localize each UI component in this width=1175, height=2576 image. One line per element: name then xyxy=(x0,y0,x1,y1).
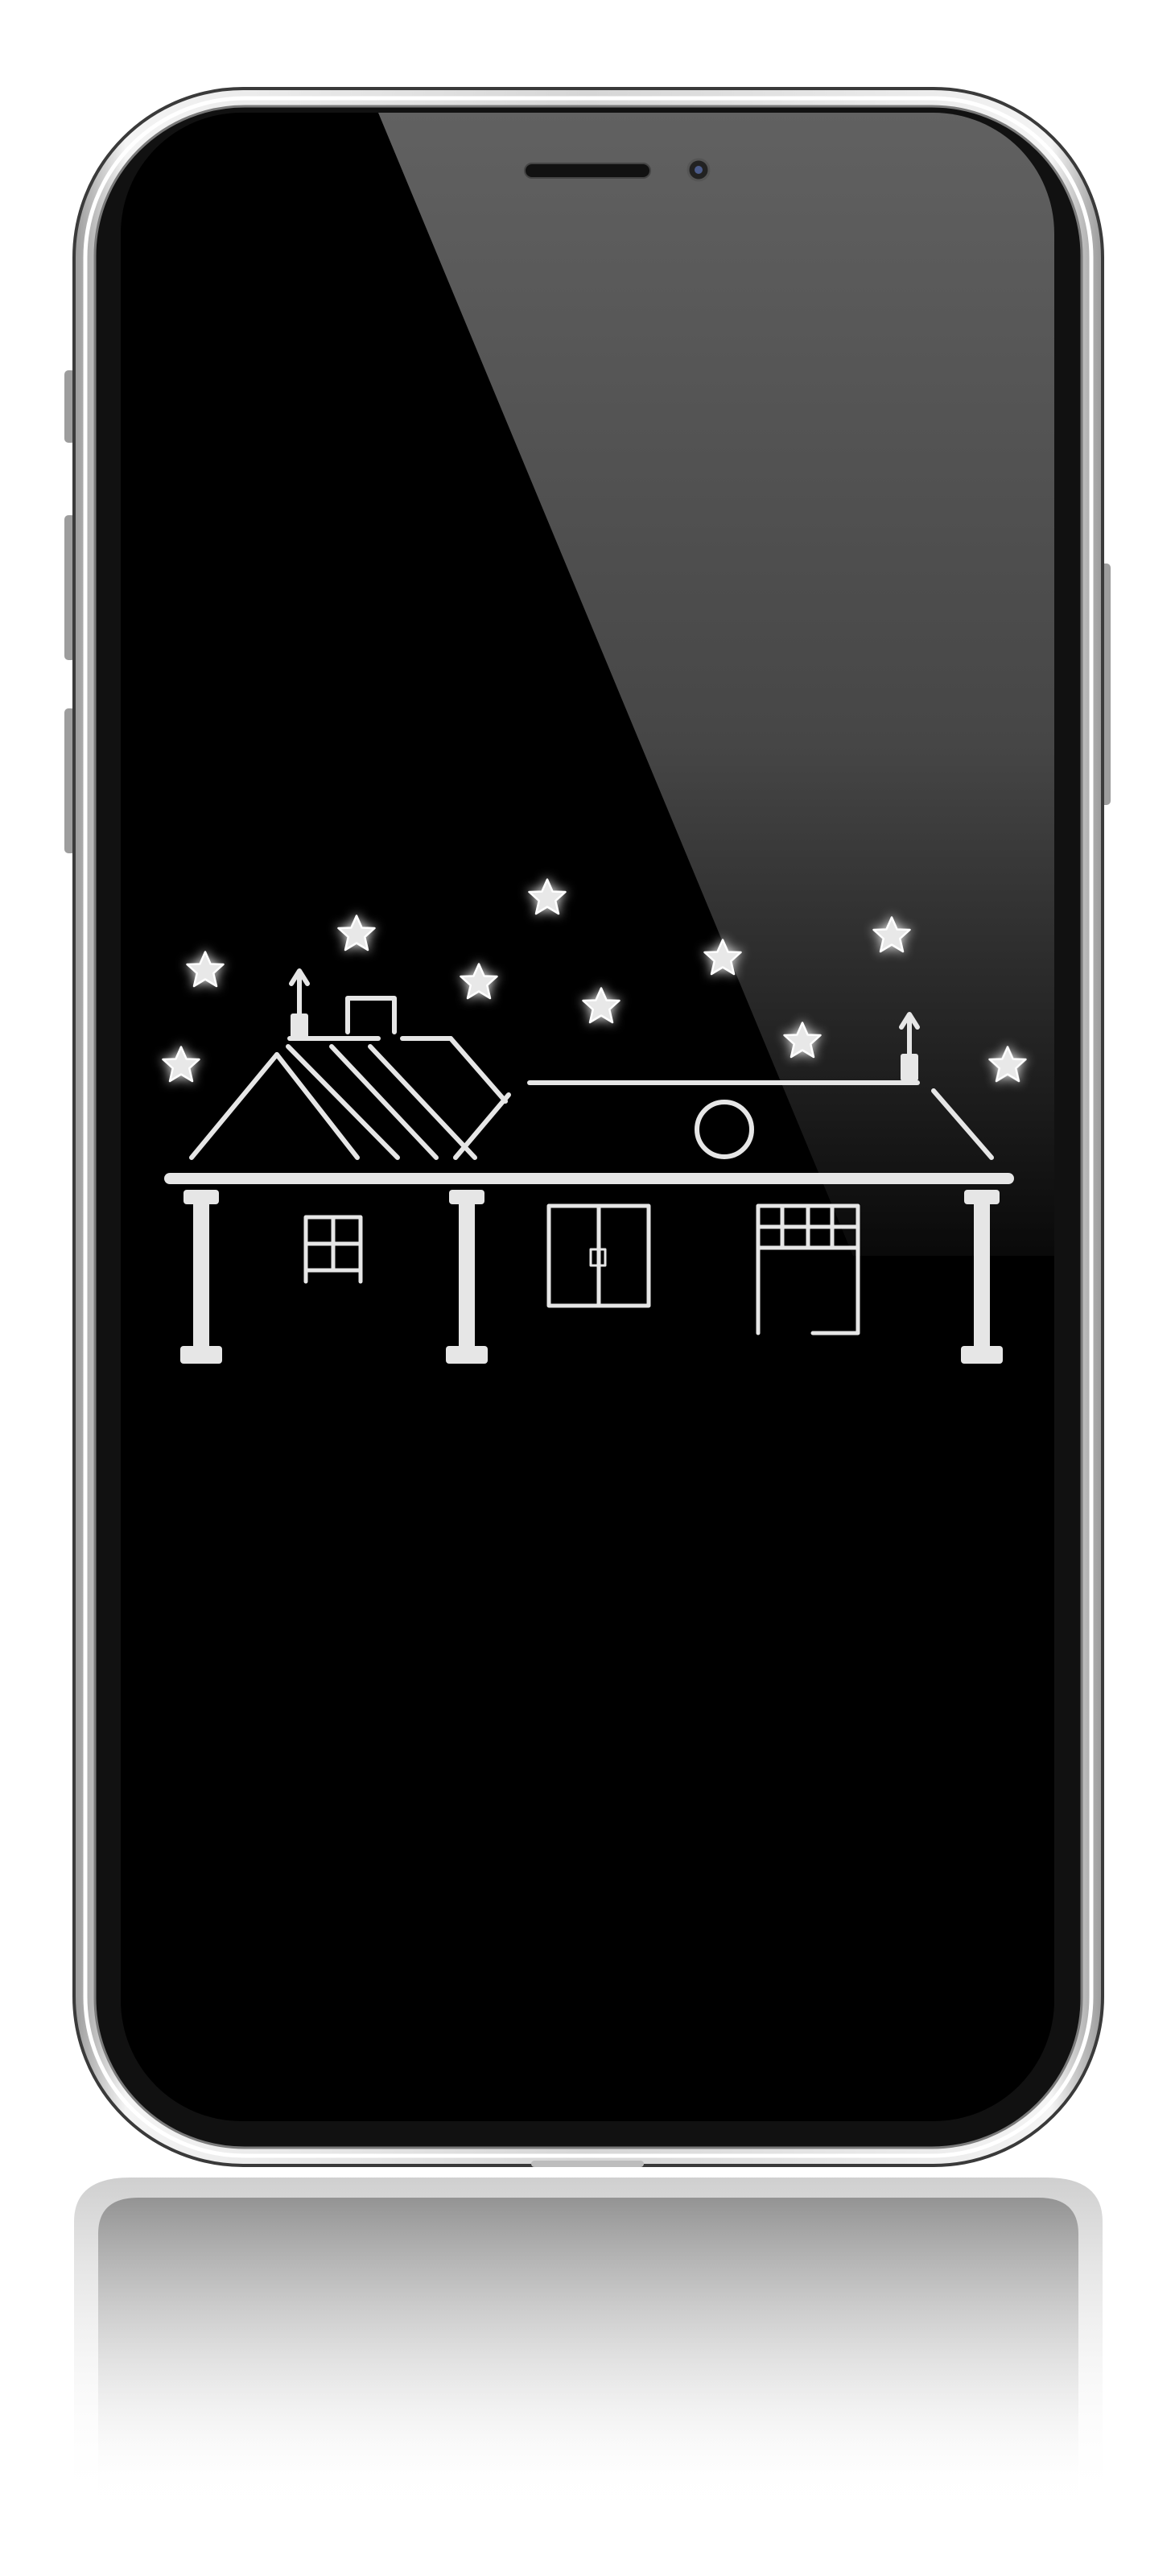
eave-beam xyxy=(164,1173,1014,1184)
device-scene xyxy=(64,87,1111,2504)
speaker-grille xyxy=(524,163,651,179)
bottom-port xyxy=(531,2161,644,2167)
device-reflection xyxy=(74,2178,1103,2504)
